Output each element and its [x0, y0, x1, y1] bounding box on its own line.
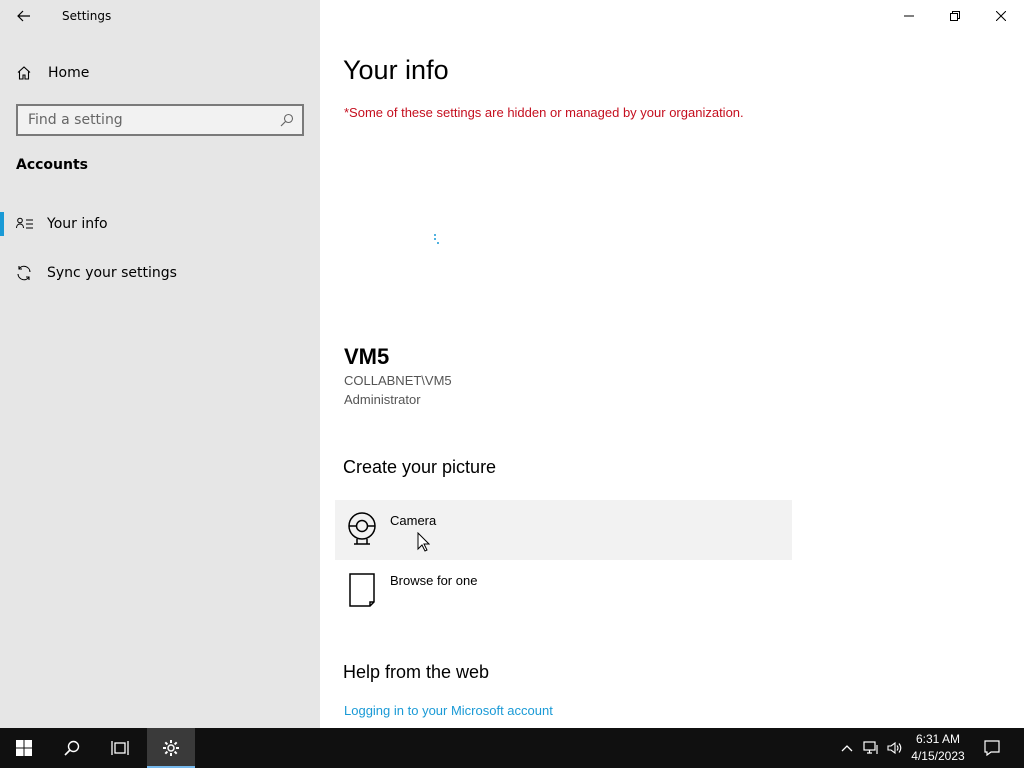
task-view-icon: [111, 741, 129, 755]
search-icon[interactable]: [280, 112, 294, 131]
volume-button[interactable]: [884, 728, 906, 768]
help-heading: Help from the web: [343, 662, 490, 682]
clock-time: 6:31 AM: [915, 732, 961, 746]
restore-button[interactable]: [932, 0, 978, 32]
app-title: Settings: [62, 9, 112, 23]
clock-date: 4/15/2023: [911, 749, 965, 763]
file-icon: [347, 572, 377, 612]
close-icon: [996, 11, 1006, 21]
chevron-up-icon: [841, 745, 853, 752]
windows-logo-icon: [16, 740, 32, 756]
sidebar-item-label: Sync your settings: [47, 265, 177, 281]
create-picture-heading: Create your picture: [343, 457, 497, 477]
search-placeholder: Find a setting: [28, 112, 123, 128]
sidebar-item-label: Home: [48, 65, 90, 81]
camera-option-label: Camera: [390, 513, 437, 528]
person-list-icon: [16, 216, 34, 235]
back-button[interactable]: [0, 0, 48, 32]
show-hidden-icons-button[interactable]: [836, 728, 858, 768]
restore-icon: [950, 11, 960, 21]
sidebar: Settings Home Find a setting Accounts Yo…: [0, 0, 320, 728]
sidebar-item-label: Your info: [47, 216, 108, 232]
camera-option[interactable]: Camera: [335, 500, 792, 560]
page-title: Your info: [343, 55, 449, 85]
action-center-button[interactable]: [978, 728, 1006, 768]
network-icon: [863, 741, 878, 754]
loading-spinner-icon: [434, 234, 442, 246]
taskbar-search-button[interactable]: [48, 728, 96, 768]
gear-icon: [163, 740, 179, 756]
search-input[interactable]: Find a setting: [16, 104, 304, 136]
back-arrow-icon: [17, 10, 30, 22]
user-role: Administrator: [344, 392, 421, 407]
home-icon: [16, 65, 32, 85]
user-name: VM5: [344, 344, 390, 369]
network-button[interactable]: [860, 728, 882, 768]
user-domain: COLLABNET\VM5: [344, 373, 452, 388]
microsoft-account-help-link[interactable]: Logging in to your Microsoft account: [344, 703, 553, 718]
section-title: Accounts: [16, 157, 89, 173]
browse-option-label: Browse for one: [390, 573, 478, 588]
minimize-button[interactable]: [886, 0, 932, 32]
minimize-icon: [904, 15, 914, 17]
search-icon: [64, 740, 80, 756]
sidebar-item-home[interactable]: Home: [0, 56, 320, 90]
sidebar-item-sync-settings[interactable]: Sync your settings: [0, 253, 320, 293]
notification-icon: [984, 740, 1000, 756]
managed-warning: *Some of these settings are hidden or ma…: [344, 105, 744, 120]
browse-option[interactable]: Browse for one: [335, 560, 792, 620]
taskbar-clock[interactable]: 6:31 AM 4/15/2023: [906, 731, 970, 765]
taskbar: 6:31 AM 4/15/2023: [0, 728, 1024, 768]
task-view-button[interactable]: [96, 728, 144, 768]
mouse-cursor-icon: [417, 531, 431, 556]
camera-icon: [347, 512, 377, 550]
sidebar-item-your-info[interactable]: Your info: [0, 204, 320, 244]
volume-icon: [887, 741, 902, 755]
start-button[interactable]: [0, 728, 48, 768]
sync-icon: [16, 265, 32, 285]
selection-indicator: [0, 212, 4, 236]
close-button[interactable]: [978, 0, 1024, 32]
taskbar-settings-app[interactable]: [147, 728, 195, 768]
